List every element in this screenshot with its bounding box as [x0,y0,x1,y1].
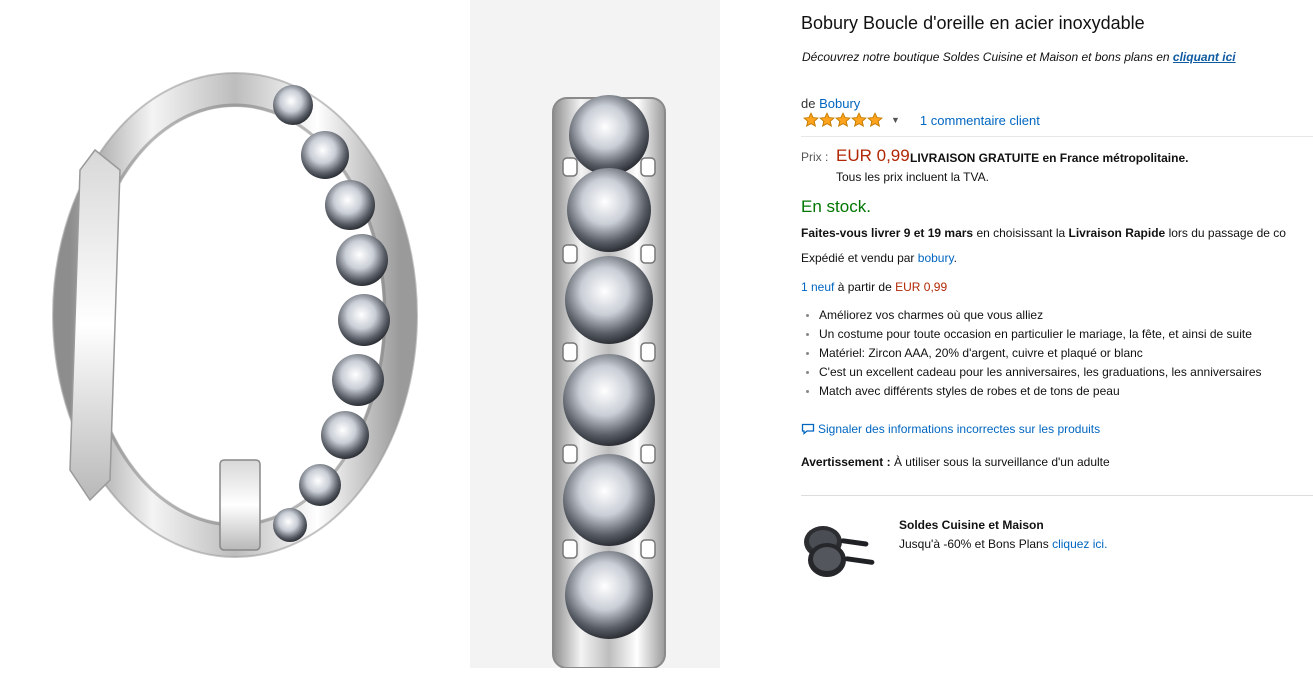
offers-mid: à partir de [837,280,892,294]
star-rating[interactable] [803,112,883,128]
feature-item: Améliorez vos charmes où que vous alliez [803,308,1262,327]
speech-bubble-icon [801,423,815,435]
delivery-info: Faites-vous livrer 9 et 19 mars en chois… [801,226,1286,240]
ad-text: Jusqu'à -60% et Bons Plans cliquez ici. [899,537,1107,551]
product-image[interactable] [0,0,790,669]
delivery-lead: Faites-vous livrer [801,226,901,240]
ad-link[interactable]: cliquez ici. [1052,537,1107,551]
promo-banner: Découvrez notre boutique Soldes Cuisine … [802,50,1236,64]
price-label: Prix : [801,150,829,164]
star-icon [819,112,835,128]
star-icon [867,112,883,128]
product-image-area[interactable] [0,0,790,669]
report-link-label[interactable]: Signaler des informations incorrectes su… [818,422,1100,436]
star-icon [803,112,819,128]
delivery-mid: en choisissant la [976,226,1066,240]
price-value: EUR 0,99 [836,146,910,165]
delivery-tail: lors du passage de co [1168,226,1286,240]
feature-item: Matériel: Zircon AAA, 20% d'argent, cuiv… [803,346,1262,365]
delivery-dates: 9 et 19 mars [903,226,974,240]
promo-link[interactable]: cliquant ici [1173,50,1236,64]
offers-link[interactable]: 1 neuf [801,280,834,294]
seller-suffix: . [953,251,957,265]
reviews-link[interactable]: 1 commentaire client [920,113,1040,128]
divider [801,495,1313,496]
hoop-earring-side-view [52,72,418,558]
warning-text: À utiliser sous la surveillance d'un adu… [893,455,1110,469]
caret-down-icon[interactable]: ▼ [891,115,900,125]
feature-bullets: Améliorez vos charmes où que vous alliez… [803,308,1262,403]
byline: de Bobury [801,96,860,111]
product-title: Bobury Boucle d'oreille en acier inoxyda… [801,13,1145,33]
seller-link[interactable]: bobury [918,251,954,265]
feature-item: Un costume pour toute occasion en partic… [803,327,1262,346]
ad-title: Soldes Cuisine et Maison [899,518,1044,532]
tax-note: Tous les prix incluent la TVA. [836,170,989,184]
offers-info: 1 neuf à partir de EUR 0,99 [801,280,947,294]
brand-link[interactable]: Bobury [819,96,860,111]
feature-item: Match avec différents styles de robes et… [803,384,1262,403]
report-link[interactable]: Signaler des informations incorrectes su… [801,422,1100,436]
promo-text: Découvrez notre boutique Soldes Cuisine … [802,50,1170,64]
seller-prefix: Expédié et vendu par [801,251,915,265]
product-details-panel: Bobury Boucle d'oreille en acier inoxyda… [801,0,1313,668]
warning-label: Avertissement : [801,455,891,469]
shipping-info: LIVRAISON GRATUITE en France métropolita… [910,151,1189,165]
by-prefix: de [801,96,816,111]
seller-info: Expédié et vendu par bobury. [801,251,957,265]
star-icon [835,112,851,128]
offers-price: EUR 0,99 [895,280,948,294]
stock-status: En stock. [801,197,871,216]
rating-row: ▼ 1 commentaire client [803,111,1040,129]
ad-text-body: Jusqu'à -60% et Bons Plans [899,537,1049,551]
star-icon [851,112,867,128]
delivery-option: Livraison Rapide [1068,226,1166,240]
warning-info: Avertissement : À utiliser sous la surve… [801,455,1110,469]
divider [801,136,1313,137]
feature-item: C'est un excellent cadeau pour les anniv… [803,365,1262,384]
frying-pans-icon[interactable] [801,518,881,582]
hoop-earring-front-view [470,0,720,669]
